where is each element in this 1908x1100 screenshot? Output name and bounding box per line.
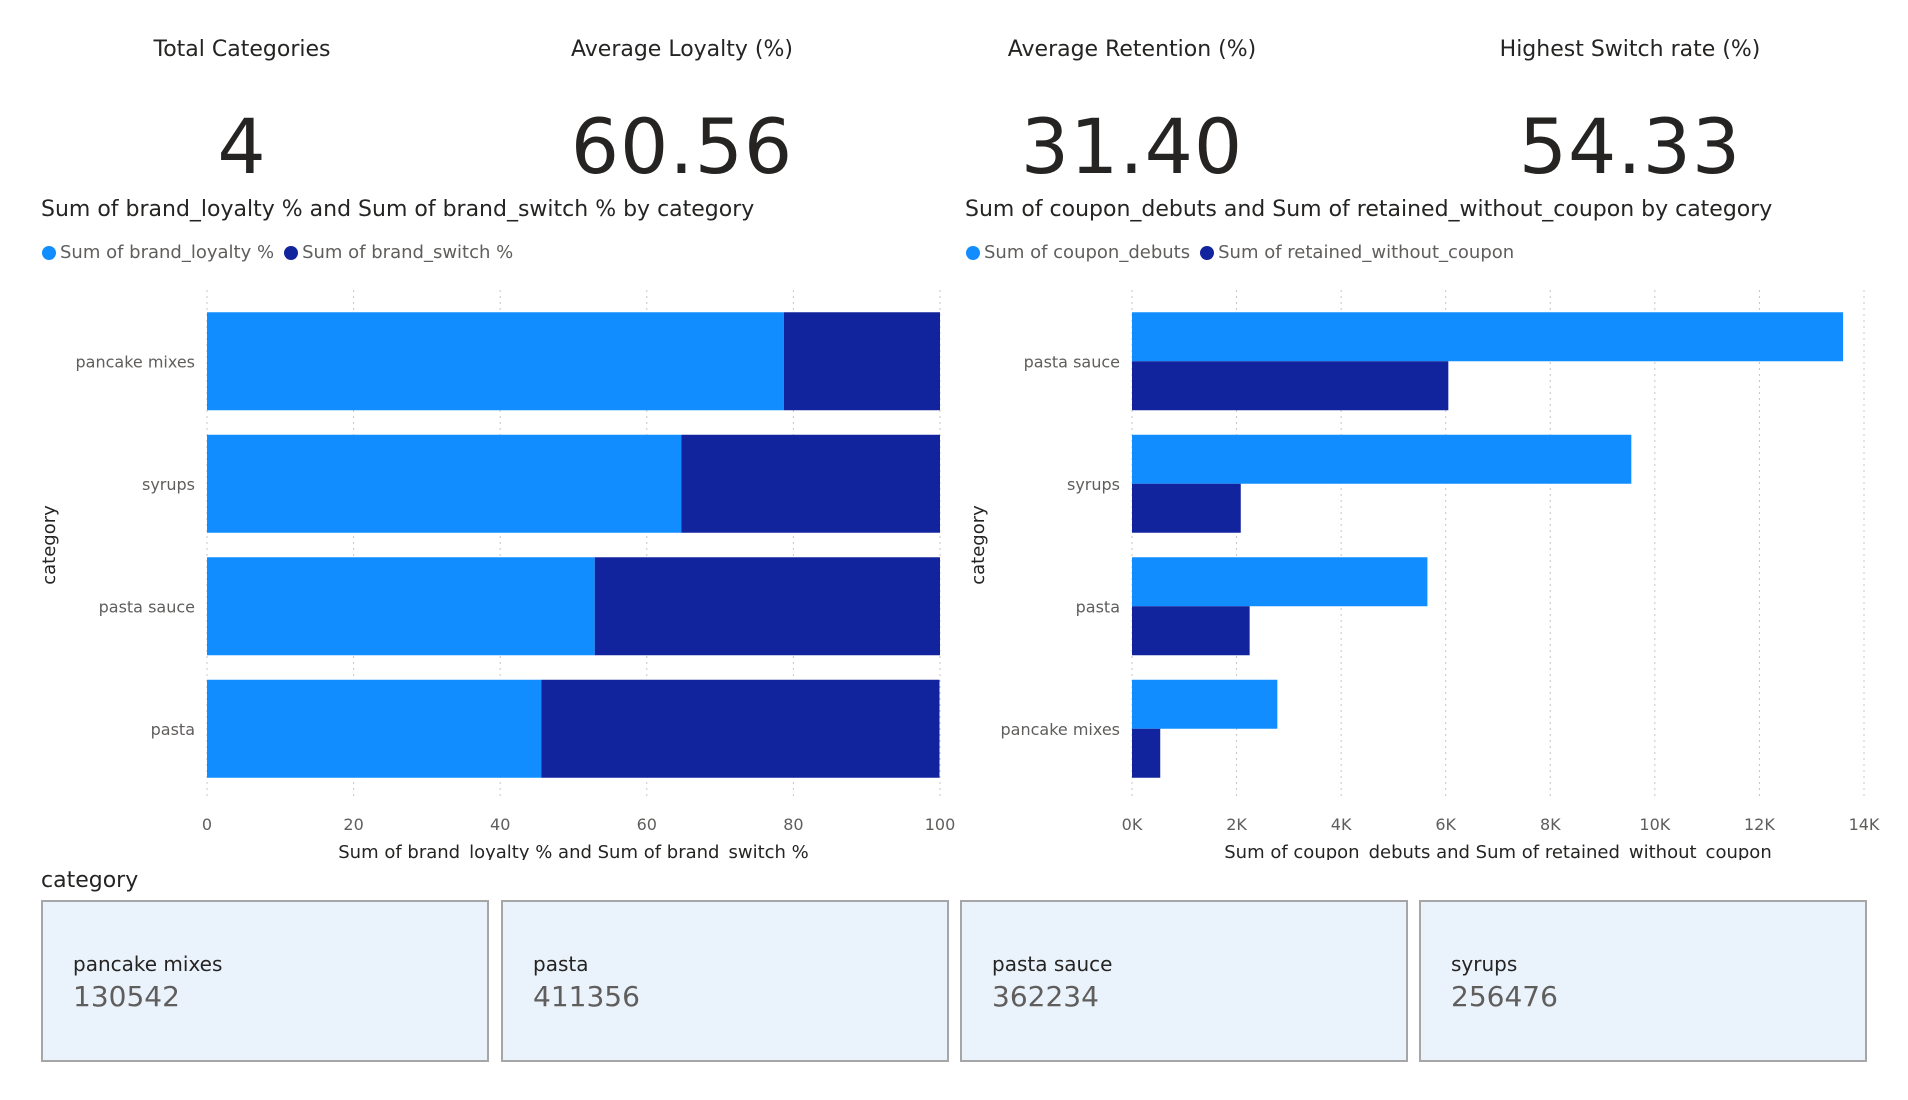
coupon-retention-chart[interactable]: 0K 2K 4K 6K 8K 10K 12K 14K pasta sauce syrups past… — [960, 280, 1908, 860]
x-tick-label: 0K — [1122, 815, 1143, 834]
x-tick-label: 2K — [1226, 815, 1247, 834]
card-label: syrups — [1451, 952, 1518, 976]
category-card-pasta-sauce[interactable]: pasta sauce 362234 — [960, 900, 1408, 1062]
brand-loyalty-chart[interactable]: 0 20 40 60 80 100 pancake mixes syrups pasta sau… — [0, 280, 960, 860]
y-tick-label: syrups — [142, 475, 195, 494]
legend-dot-icon — [42, 245, 56, 260]
card-value: 256476 — [1451, 980, 1558, 1013]
legend-dot-icon — [1200, 245, 1215, 260]
category-card-syrups[interactable]: syrups 256476 — [1419, 900, 1867, 1062]
kpi-highest-switch-rate: Highest Switch rate (%) 54.33 — [1420, 30, 1840, 191]
card-value: 130542 — [73, 980, 180, 1013]
bar[interactable] — [1132, 606, 1250, 656]
bar[interactable] — [1132, 483, 1241, 533]
chart1-legend[interactable]: Sum of brand_loyalty % Sum of brand_swit… — [42, 242, 523, 263]
legend-label: Sum of brand_loyalty % — [60, 242, 275, 263]
x-axis-title: Sum of coupon_debuts and Sum of retained… — [1224, 842, 1771, 860]
y-tick-label: pancake mixes — [75, 352, 195, 371]
bar-segment[interactable] — [207, 312, 784, 411]
card-label: pasta — [533, 952, 589, 976]
legend-entry-switch[interactable]: Sum of brand_switch % — [284, 242, 513, 263]
x-tick-label: 20 — [343, 815, 363, 834]
bar[interactable] — [1132, 434, 1632, 484]
y-axis-title: category — [968, 505, 989, 585]
legend-entry-loyalty[interactable]: Sum of brand_loyalty % — [42, 242, 274, 263]
y-tick-label: pasta — [1076, 597, 1120, 616]
bar-segment[interactable] — [207, 434, 682, 533]
kpi-label: Average Retention (%) — [1007, 37, 1257, 62]
kpi-value: 31.40 — [1020, 102, 1244, 191]
y-tick-label: pancake mixes — [1000, 720, 1120, 739]
legend-label: Sum of retained_without_coupon — [1218, 242, 1515, 263]
bar-segment[interactable] — [681, 434, 940, 533]
kpi-label: Highest Switch rate (%) — [1499, 37, 1761, 62]
x-tick-label: 10K — [1639, 815, 1670, 834]
card-value: 411356 — [533, 980, 640, 1013]
x-tick-label: 6K — [1435, 815, 1456, 834]
y-tick-label: pasta sauce — [99, 597, 195, 616]
kpi-value: 60.56 — [570, 102, 794, 191]
legend-label: Sum of coupon_debuts — [984, 242, 1191, 263]
y-axis-title: category — [39, 505, 60, 585]
kpi-average-retention: Average Retention (%) 31.40 — [922, 30, 1342, 191]
bar-segment[interactable] — [783, 312, 940, 411]
bar[interactable] — [1132, 557, 1428, 607]
legend-dot-icon — [284, 245, 299, 260]
bar[interactable] — [1132, 728, 1161, 778]
y-tick-label: syrups — [1067, 475, 1120, 494]
y-tick-label: pasta — [151, 720, 195, 739]
bar-segment[interactable] — [207, 679, 542, 778]
x-tick-label: 40 — [490, 815, 510, 834]
category-card-pasta[interactable]: pasta 411356 — [501, 900, 949, 1062]
card-label: pasta sauce — [992, 952, 1113, 976]
x-tick-label: 4K — [1331, 815, 1352, 834]
bar-segment[interactable] — [541, 679, 940, 778]
card-label: pancake mixes — [73, 952, 223, 976]
legend-label: Sum of brand_switch % — [302, 242, 514, 263]
bar[interactable] — [1132, 312, 1844, 362]
card-value: 362234 — [992, 980, 1099, 1013]
y-tick-label: pasta sauce — [1024, 352, 1120, 371]
x-tick-label: 100 — [925, 815, 956, 834]
legend-entry-retained[interactable]: Sum of retained_without_coupon — [1200, 242, 1514, 263]
bar-segment[interactable] — [207, 557, 595, 656]
chart2-legend[interactable]: Sum of coupon_debuts Sum of retained_wit… — [966, 242, 1524, 263]
category-card-pancake-mixes[interactable]: pancake mixes 130542 — [41, 900, 489, 1062]
x-tick-label: 14K — [1849, 815, 1880, 834]
x-tick-label: 0 — [202, 815, 212, 834]
legend-entry-coupon-debuts[interactable]: Sum of coupon_debuts — [966, 242, 1190, 263]
kpi-value: 54.33 — [1518, 102, 1742, 191]
x-tick-label: 80 — [783, 815, 803, 834]
chart1-title: Sum of brand_loyalty % and Sum of brand_… — [41, 197, 755, 222]
kpi-value: 4 — [217, 102, 267, 191]
x-tick-label: 60 — [637, 815, 657, 834]
legend-dot-icon — [966, 245, 980, 260]
slicer-title: category — [41, 868, 139, 893]
bar[interactable] — [1132, 679, 1278, 729]
kpi-label: Total Categories — [153, 37, 331, 62]
x-tick-label: 12K — [1744, 815, 1775, 834]
kpi-total-categories: Total Categories 4 — [32, 30, 452, 191]
x-axis-title: Sum of brand_loyalty % and Sum of brand_… — [338, 842, 809, 860]
x-tick-label: 8K — [1540, 815, 1561, 834]
kpi-average-loyalty: Average Loyalty (%) 60.56 — [472, 30, 892, 191]
kpi-label: Average Loyalty (%) — [571, 37, 793, 62]
chart2-title: Sum of coupon_debuts and Sum of retained… — [965, 197, 1773, 222]
bar-segment[interactable] — [594, 557, 940, 656]
bar[interactable] — [1132, 361, 1449, 411]
